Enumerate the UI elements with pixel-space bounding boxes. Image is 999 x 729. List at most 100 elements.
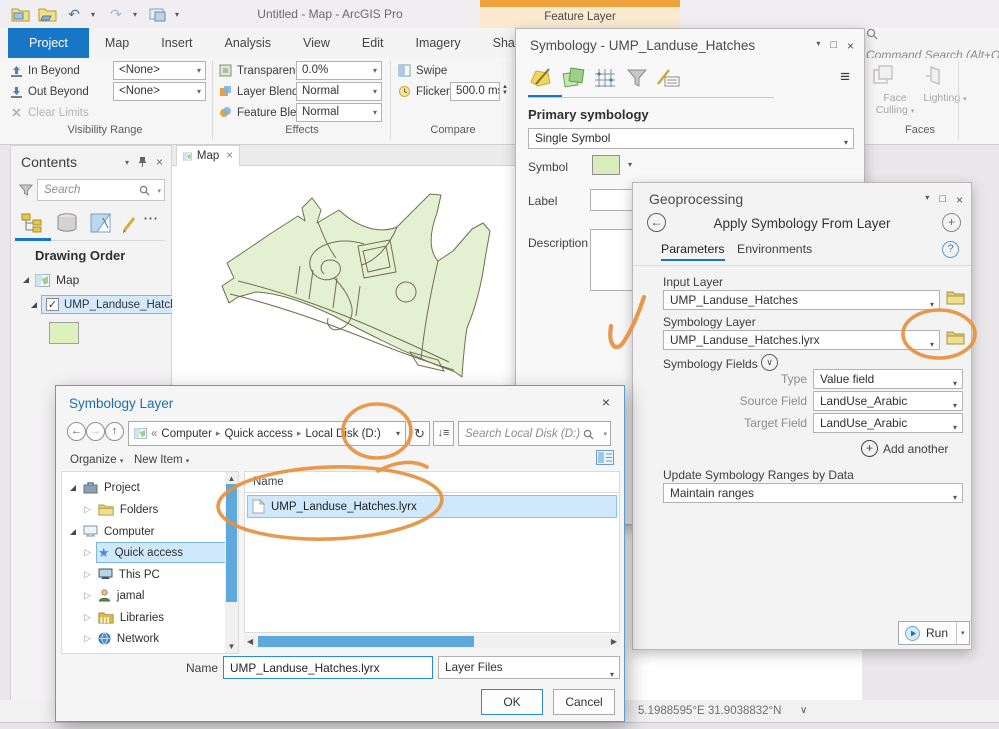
breadcrumb-computer[interactable]: Computer (161, 428, 212, 440)
primary-symbology-tab-icon[interactable] (528, 65, 554, 91)
expander-open-icon[interactable] (70, 485, 76, 491)
save-project-icon[interactable] (37, 4, 57, 24)
primary-symbology-select[interactable]: Single Symbol▾ (528, 128, 854, 149)
scrollbar-thumb[interactable] (226, 484, 237, 602)
scrollbar-thumb[interactable] (258, 636, 474, 647)
back-icon[interactable]: ← (647, 213, 666, 232)
tree-item-project[interactable]: Project (62, 477, 238, 498)
scroll-up-icon[interactable]: ▲ (225, 474, 238, 483)
target-field-select[interactable]: LandUse_Arabic▾ (813, 413, 963, 433)
add-another-icon[interactable]: + (861, 440, 878, 457)
undo-menu-icon[interactable]: ▾ (91, 10, 99, 19)
list-by-data-source-icon[interactable] (55, 212, 79, 234)
file-row-selected[interactable]: UMP_Landuse_Hatches.lyrx (247, 495, 617, 518)
update-ranges-select[interactable]: Maintain ranges▾ (663, 483, 963, 503)
lock-panes-icon[interactable] (148, 4, 168, 24)
toc-layer-item[interactable]: ✓ UMP_Landuse_Hatches (31, 295, 195, 314)
refresh-icon[interactable]: ↻ (409, 421, 430, 446)
tab-environments[interactable]: Environments (737, 242, 812, 256)
coordinates-dropdown-icon[interactable]: ∨ (800, 700, 807, 722)
close-icon[interactable]: × (156, 155, 163, 169)
flicker-spinner[interactable]: ▲▼ (502, 84, 508, 96)
layer-blend-button[interactable]: Layer Blend (219, 82, 298, 101)
list-by-selection-icon[interactable] (89, 212, 113, 234)
organize-menu[interactable]: Organize ▾ (70, 454, 123, 466)
expander-closed-icon[interactable]: ▷ (84, 569, 91, 580)
expander-open-icon[interactable] (23, 277, 29, 283)
redo-icon[interactable]: ↷ (106, 4, 126, 24)
expander-closed-icon[interactable]: ▷ (84, 504, 91, 515)
breadcrumb-local-disk[interactable]: Local Disk (D:) (305, 428, 380, 440)
close-tab-icon[interactable]: × (226, 150, 233, 162)
layer-visibility-checkbox[interactable]: ✓ (46, 298, 59, 311)
breadcrumb[interactable]: « Computer ▸ Quick access ▸ Local Disk (… (128, 421, 406, 446)
run-button[interactable]: Run ▾ (898, 621, 970, 645)
symbology-layer-select[interactable]: UMP_Landuse_Hatches.lyrx▾ (663, 330, 940, 350)
more-options-icon[interactable]: ⋯ (143, 209, 159, 227)
open-project-icon[interactable] (10, 4, 30, 24)
scroll-left-icon[interactable]: ◀ (247, 637, 253, 646)
symbol-layer-drawing-tab-icon[interactable] (592, 65, 618, 91)
breadcrumb-overflow[interactable]: « (147, 428, 161, 440)
up-icon[interactable]: ↑ (105, 422, 124, 441)
run-options-icon[interactable]: ▾ (961, 629, 965, 637)
swipe-button[interactable]: Swipe (398, 61, 447, 80)
clear-limits-button[interactable]: Clear Limits (10, 103, 89, 122)
panel-menu-icon[interactable]: ▾ (816, 39, 820, 53)
add-another-label[interactable]: Add another (883, 442, 948, 456)
tab-edit[interactable]: Edit (346, 28, 400, 58)
name-input[interactable] (223, 656, 433, 679)
help-icon[interactable]: ? (942, 241, 959, 258)
coordinates-readout[interactable]: 5.1988595°E 31.9038832°N (638, 700, 782, 722)
browse-folder-icon[interactable] (946, 290, 965, 306)
filter-icon[interactable] (19, 183, 33, 197)
collapse-fields-icon[interactable]: ∨ (761, 354, 778, 371)
new-item-menu[interactable]: New Item ▾ (134, 454, 189, 466)
map-view-tab[interactable]: Map × (176, 145, 240, 166)
feature-blend-select[interactable]: Normal▾ (296, 103, 382, 122)
name-column-header[interactable]: Name (253, 476, 284, 488)
search-options-icon[interactable]: ▾ (603, 430, 607, 438)
tab-analysis[interactable]: Analysis (209, 28, 288, 58)
layer-blend-select[interactable]: Normal▾ (296, 82, 382, 101)
search-options-icon[interactable]: ▾ (157, 187, 161, 195)
tree-item-this-pc[interactable]: ▷ This PC (62, 564, 238, 585)
file-type-select[interactable]: Layer Files▾ (438, 656, 620, 679)
add-to-favorites-icon[interactable]: + (942, 213, 961, 232)
tree-item-folders[interactable]: ▷ Folders (62, 499, 238, 520)
layer-symbol-swatch[interactable] (49, 322, 79, 344)
ok-button[interactable]: OK (481, 689, 543, 715)
sort-icon[interactable]: ↓≡ (433, 421, 454, 446)
vary-symbology-tab-icon[interactable] (560, 65, 586, 91)
redo-menu-icon[interactable]: ▾ (133, 10, 141, 19)
panel-menu-icon[interactable]: ▾ (125, 158, 129, 167)
tree-item-network[interactable]: ▷ Network (62, 628, 238, 649)
tree-item-drive[interactable]: ▷ HD 1 (E:) (62, 650, 238, 654)
scroll-down-icon[interactable]: ▼ (225, 642, 238, 651)
tab-imagery[interactable]: Imagery (399, 28, 476, 58)
edit-icon[interactable] (121, 212, 139, 234)
close-icon[interactable]: × (847, 39, 854, 53)
tree-item-libraries[interactable]: ▷ Libraries (62, 607, 238, 628)
type-select[interactable]: Value field▾ (813, 369, 963, 389)
breadcrumb-quick-access[interactable]: Quick access (224, 428, 292, 440)
float-icon[interactable]: □ (939, 193, 946, 207)
close-icon[interactable]: × (602, 394, 610, 410)
in-beyond-select[interactable]: <None>▾ (113, 61, 206, 80)
float-icon[interactable]: □ (830, 39, 837, 53)
tree-item-user[interactable]: ▷ jamal (62, 585, 238, 606)
tab-parameters[interactable]: Parameters (661, 242, 725, 261)
source-field-select[interactable]: LandUse_Arabic▾ (813, 391, 963, 411)
toc-map-item[interactable]: Map (23, 273, 79, 287)
breadcrumb-dropdown-icon[interactable]: ▾ (396, 429, 400, 438)
scroll-right-icon[interactable]: ▶ (611, 637, 617, 646)
tree-scrollbar[interactable]: ▲ ▼ (225, 472, 238, 653)
pin-icon[interactable] (138, 156, 147, 168)
view-toggle-icon[interactable] (596, 450, 614, 465)
flicker-interval-input[interactable]: 500.0 ms (450, 82, 500, 101)
face-culling-button[interactable]: Face Culling ▾ (872, 62, 918, 122)
panel-menu-icon[interactable]: ▾ (925, 193, 929, 207)
tree-item-quick-access[interactable]: ▷ ★ Quick access (62, 542, 238, 563)
expander-closed-icon[interactable]: ▷ (84, 612, 91, 623)
flicker-button[interactable]: Flicker (398, 82, 450, 101)
